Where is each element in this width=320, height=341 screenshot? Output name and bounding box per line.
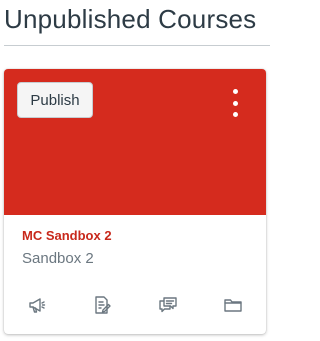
discussions-icon[interactable] [156, 293, 180, 317]
publish-button[interactable]: Publish [17, 82, 93, 118]
section-title: Unpublished Courses [4, 4, 257, 34]
course-card[interactable]: Publish MC Sandbox 2 Sandbox 2 [4, 69, 266, 334]
course-subtitle: Sandbox 2 [22, 250, 94, 267]
section-divider [4, 45, 270, 46]
assignments-icon[interactable] [90, 293, 114, 317]
course-card-hero[interactable]: Publish [4, 69, 266, 215]
more-options-icon[interactable] [228, 89, 242, 117]
files-icon[interactable] [221, 293, 245, 317]
card-actions [4, 293, 266, 323]
announcements-icon[interactable] [25, 293, 49, 317]
course-name-link[interactable]: MC Sandbox 2 [22, 228, 112, 243]
